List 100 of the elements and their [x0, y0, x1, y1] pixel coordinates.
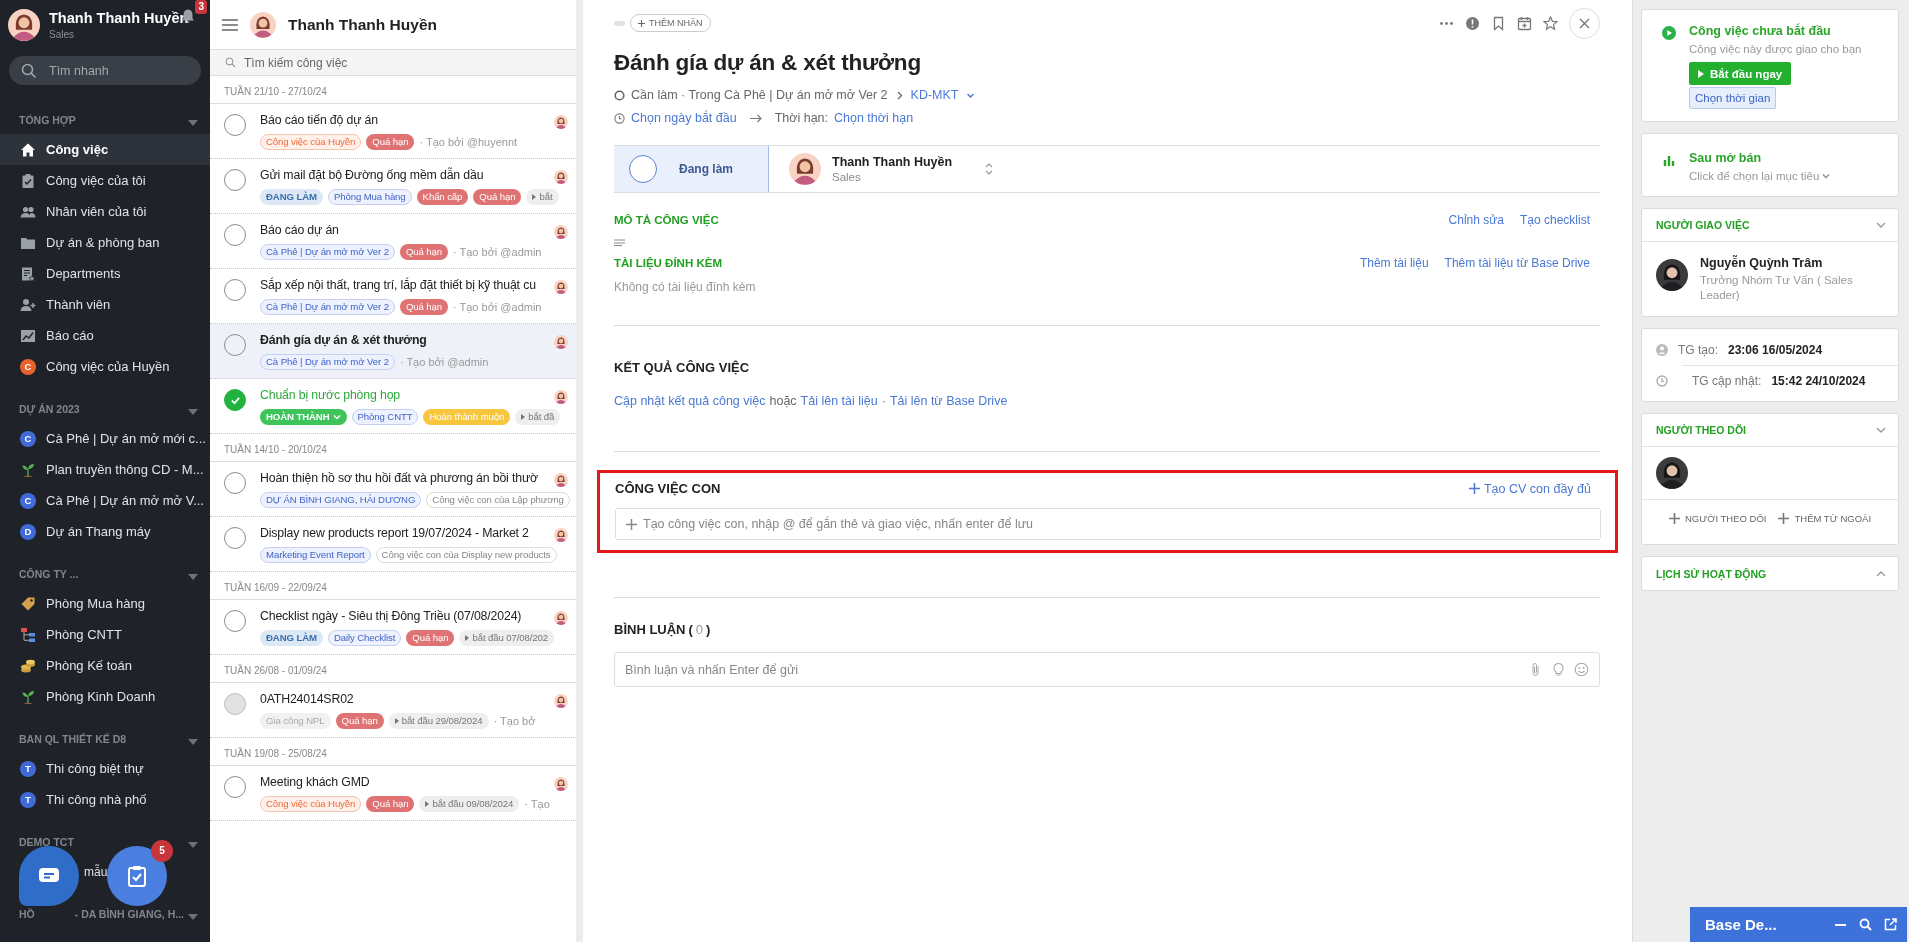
sidebar-item[interactable]: C Cà Phê | Dự án mở mới c...	[0, 423, 210, 454]
add-label-button[interactable]: THÊM NHÃN	[630, 14, 711, 32]
task-title: Display new products report 19/07/2024 - Market 2	[260, 526, 530, 540]
sort-icon[interactable]	[985, 162, 994, 176]
lightbulb-icon[interactable]	[1551, 662, 1566, 677]
caret-icon[interactable]	[188, 574, 198, 580]
link[interactable]: Chọn ngày bắt đầu	[631, 111, 737, 125]
sidebar-item[interactable]: Departments	[0, 258, 210, 289]
caret-icon[interactable]	[188, 739, 198, 745]
task-row[interactable]: Hoàn thiện hồ sơ thu hồi đất và phương án bồi thườ DỰ ÁN BÌNH GIANG, HẢI DƯƠNG Công việc con của Lập phương	[210, 462, 576, 517]
clock-icon	[1656, 374, 1668, 387]
avatar	[554, 335, 568, 349]
plus-icon	[1469, 483, 1480, 494]
task-row[interactable]: Gửi mail đặt bộ Đường ống mềm dẫn dầu ĐANG LÀM Phòng Mua hàng Khẩn cấp Quá hạn bắt	[210, 159, 576, 214]
sidebar-item[interactable]: Công việc của tôi	[0, 165, 210, 196]
bookmark-icon[interactable]	[1491, 15, 1506, 31]
avatar	[554, 611, 568, 625]
create-subtask-link[interactable]: Tạo CV con đầy đủ	[1469, 481, 1591, 496]
avatar	[1656, 259, 1688, 291]
task-row[interactable]: Báo cáo tiến độ dự án Công việc của Huyền Quá hạn · Tạo bởi @huyennt	[210, 104, 576, 159]
task-row[interactable]: Đánh gía dự án & xét thưởng Cà Phê | Dự án mở mở Ver 2 · Tạo bởi @admin	[210, 324, 576, 379]
play-icon	[465, 635, 470, 641]
sidebar-item[interactable]: D Dự án Thang máy	[0, 516, 210, 547]
sidebar-item[interactable]: Phòng Mua hàng	[0, 588, 210, 619]
caret-icon[interactable]	[188, 842, 198, 848]
tasks-button[interactable]	[107, 846, 167, 906]
info-icon[interactable]	[1465, 15, 1480, 31]
task-checkbox[interactable]	[224, 389, 246, 411]
close-button[interactable]	[1569, 7, 1600, 39]
smiley-icon[interactable]	[1574, 662, 1589, 677]
link[interactable]: Thêm tài liệu	[1359, 256, 1429, 270]
sidebar-item[interactable]: T Thi công nhà phố	[0, 784, 210, 815]
comment-input[interactable]: Bình luận và nhấn Enter để gửi	[614, 652, 1600, 687]
caret-icon[interactable]	[1822, 173, 1831, 179]
task-row[interactable]: Meeting khách GMD Công việc của Huyền Quá hạn bắt đầu 09/08/2024 · Tạo	[210, 766, 576, 821]
creator-text: · Tạo bở	[493, 715, 536, 727]
star-icon[interactable]	[1543, 15, 1558, 31]
search-field[interactable]: Tìm nhanh	[9, 56, 201, 85]
task-row[interactable]: Chuẩn bị nước phòng họp HOÀN THÀNH Phòng CNTT Hoàn thành muộn bắt đầ	[210, 379, 576, 434]
clipboard-icon	[125, 864, 149, 888]
task-title: 0ATH24014SR02	[260, 692, 355, 706]
chat-widget-bar[interactable]: Base De...	[1690, 907, 1907, 942]
subtask-input[interactable]: Tạo công việc con, nhập @ để gắn thẻ và giao việc, nhấn enter để lưu	[615, 508, 1601, 540]
status-selector[interactable]: Đang làm	[614, 146, 769, 192]
link[interactable]: Chọn thời hạn	[834, 111, 914, 125]
week-heading: TUẦN 19/08 - 25/08/24	[210, 738, 576, 766]
arrow-icon	[748, 112, 763, 124]
caret-icon[interactable]	[188, 409, 198, 415]
sidebar-item[interactable]: Nhân viên của tôi	[0, 196, 210, 227]
sidebar-item[interactable]: Phòng Kế toán	[0, 650, 210, 681]
chat-button[interactable]	[19, 846, 79, 906]
avatar	[554, 777, 568, 791]
search-icon[interactable]	[1859, 918, 1872, 931]
external-link-icon[interactable]	[1884, 918, 1897, 931]
sidebar-item[interactable]: T Thi công biệt thự	[0, 753, 210, 784]
sidebar-item[interactable]: C Công việc của Huyền	[0, 351, 210, 382]
task-tag: Công việc của Huyền	[260, 134, 362, 150]
sidebar-item[interactable]: mẫu	[81, 856, 108, 887]
card-title: Sau mở bán	[1689, 151, 1763, 165]
calendar-icon[interactable]	[1517, 15, 1532, 31]
sidebar-item[interactable]: Phòng CNTT	[0, 619, 210, 650]
link[interactable]: Tải lên tài liệu	[800, 394, 878, 408]
sidebar-item[interactable]: Báo cáo	[0, 320, 210, 351]
task-tag: ĐANG LÀM	[260, 630, 323, 646]
sidebar-item[interactable]: Phòng Kinh Doanh	[0, 681, 210, 712]
menu-icon[interactable]	[222, 18, 238, 31]
caret-icon[interactable]	[188, 914, 198, 920]
dept-icon	[20, 265, 36, 282]
task-tag: Công việc con của Display new products	[375, 547, 557, 563]
creator-text: · Tạo	[524, 798, 550, 810]
sidebar-item[interactable]: Thành viên	[0, 289, 210, 320]
task-row[interactable]: Báo cáo dự án Cà Phê | Dự án mở mở Ver 2 Quá hạn · Tạo bởi @admin	[210, 214, 576, 269]
add-follower-button[interactable]: NGƯỜI THEO DÕI	[1668, 513, 1767, 524]
caret-icon[interactable]	[188, 120, 198, 126]
plus-icon	[626, 518, 637, 530]
sidebar-item[interactable]: Dự án & phòng ban	[0, 227, 210, 258]
task-row[interactable]: Display new products report 19/07/2024 - Market 2 Marketing Event Report Công việc con của Display new products	[210, 517, 576, 572]
task-row[interactable]: Checklist ngày - Siêu thị Đông Triều (07/08/2024) ĐANG LÀM Daily Checklist Quá hạn bắt đầu 07/08/202	[210, 600, 576, 655]
search-field[interactable]: Tìm kiếm công việc	[210, 50, 576, 76]
task-title: Sắp xếp nội thất, trang trí, lắp đặt thiết bị kỹ thuật cu	[260, 278, 537, 292]
add-follower-button[interactable]: THÊM TỪ NGOÀI	[1778, 513, 1872, 524]
project-link[interactable]: KD-MKT	[910, 88, 959, 102]
task-tag: Quá hạn	[366, 134, 415, 150]
sidebar-item[interactable]: Công việc	[0, 134, 210, 165]
link[interactable]: Chỉnh sửa	[1448, 213, 1504, 227]
link[interactable]: Tải lên từ Base Drive	[889, 394, 1008, 408]
chevron-icon	[1876, 427, 1886, 433]
task-tag: Quá hạn	[366, 796, 415, 812]
choose-time-button[interactable]: Chọn thời gian	[1689, 87, 1777, 109]
link[interactable]: Tạo checklist	[1519, 213, 1590, 227]
sidebar-item[interactable]: C Cà Phê | Dự án mở mở V...	[0, 485, 210, 516]
task-tag: HOÀN THÀNH	[260, 409, 347, 425]
task-tag: Quá hạn	[335, 713, 384, 729]
plus-icon	[1668, 513, 1680, 524]
task-tag: Cà Phê | Dự án mở mở Ver 2	[260, 354, 395, 370]
section-header[interactable]: LỊCH SỬ HOẠT ĐỘNG	[1642, 557, 1898, 590]
link[interactable]: Cập nhật kết quả công việc	[614, 394, 766, 408]
link[interactable]: Thêm tài liệu từ Base Drive	[1444, 256, 1590, 270]
breadcrumb-text: Cần làm · Trong Cà Phê | Dự án mở mở Ver 2	[631, 88, 888, 102]
sidebar-item[interactable]: Plan truyền thông CD - M...	[0, 454, 210, 485]
